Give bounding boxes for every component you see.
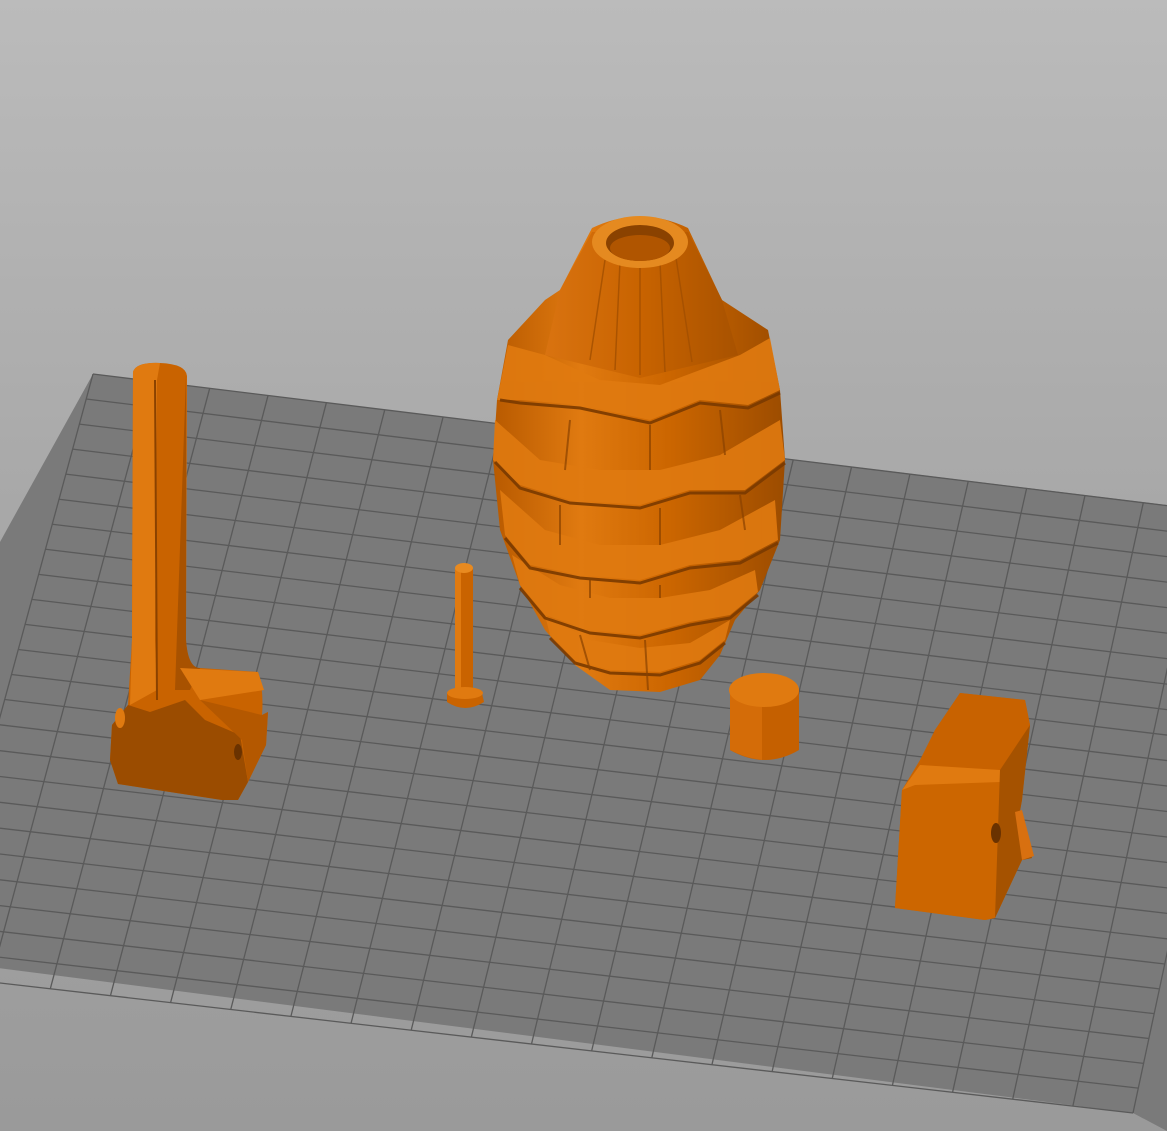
3d-viewport[interactable]: [0, 0, 1167, 1131]
cylinder-cap[interactable]: [729, 673, 799, 760]
scene-canvas[interactable]: [0, 0, 1167, 1131]
